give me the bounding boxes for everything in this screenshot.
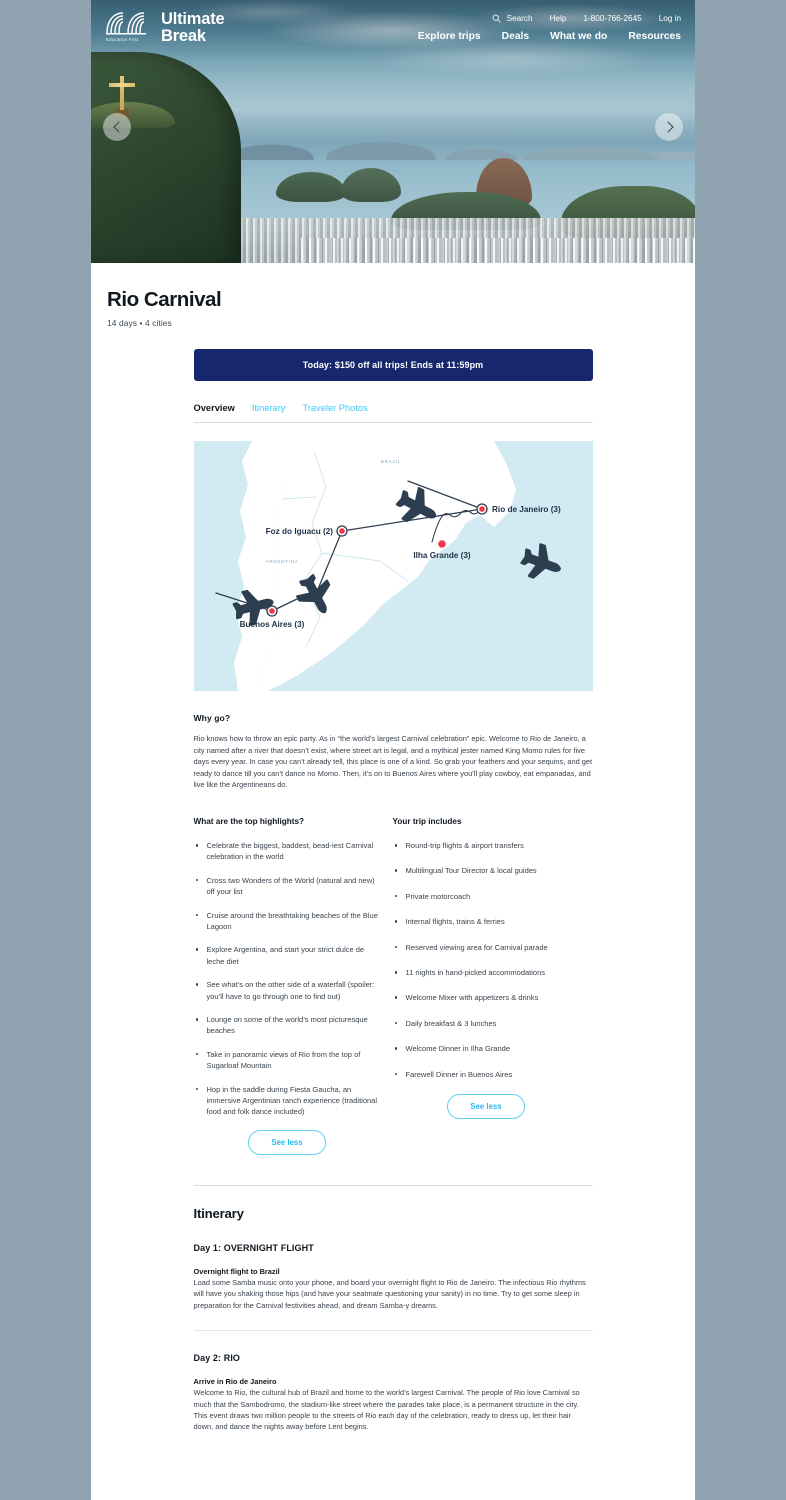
itinerary-day: Day 2: RIO Arrive in Rio de Janeiro Welc… bbox=[194, 1353, 593, 1433]
list-item: Private motorcoach bbox=[393, 891, 580, 902]
trip-city-count: 4 cities bbox=[144, 318, 172, 328]
list-item: Farewell Dinner in Buenos Aires bbox=[393, 1069, 580, 1080]
nav-phone-number[interactable]: 1-800-766-2645 bbox=[583, 14, 641, 23]
chevron-left-icon bbox=[112, 121, 125, 133]
nav-resources[interactable]: Resources bbox=[628, 31, 681, 42]
svg-text:ARGENTINA: ARGENTINA bbox=[265, 559, 298, 564]
list-item: Take in panoramic views of Rio from the … bbox=[194, 1049, 381, 1072]
chevron-right-icon bbox=[661, 121, 674, 133]
itinerary-section: Itinerary Day 1: OVERNIGHT FLIGHT Overni… bbox=[193, 1205, 593, 1433]
day-label: Day 2: RIO bbox=[193, 1353, 241, 1364]
site-header: Education First Ultimate Break Search He… bbox=[91, 0, 695, 56]
brand-wordmark: Ultimate Break bbox=[161, 10, 225, 44]
christ-redeemer-arms bbox=[109, 83, 135, 87]
carousel-prev-button[interactable] bbox=[103, 113, 131, 141]
hero-cityscape bbox=[301, 238, 695, 263]
nav-help[interactable]: Help bbox=[550, 14, 567, 23]
svg-text:BRAZIL: BRAZIL bbox=[380, 459, 400, 464]
map-label-rio: Rio de Janeiro (3) bbox=[492, 505, 561, 514]
day-divider bbox=[193, 1330, 593, 1332]
itinerary-day: Day 1: OVERNIGHT FLIGHT Overnight flight… bbox=[194, 1243, 593, 1311]
list-item: Cruise around the breathtaking beaches o… bbox=[194, 910, 381, 933]
map-label-buenos-aires: Buenos Aires (3) bbox=[239, 620, 304, 629]
highlights-see-less-button[interactable]: See less bbox=[248, 1129, 326, 1155]
itinerary-heading: Itinerary bbox=[193, 1205, 244, 1221]
hero-carousel[interactable]: Education First Ultimate Break Search He… bbox=[91, 0, 695, 263]
map-label-ilha-grande: Ilha Grande (3) bbox=[413, 551, 471, 560]
list-item: See what’s on the other side of a waterf… bbox=[194, 979, 381, 1002]
ef-logo-icon: Education First bbox=[104, 10, 154, 42]
trip-header: Rio Carnival 14 days • 4 cities bbox=[91, 263, 695, 328]
day-subtitle: Arrive in Rio de Janeiro bbox=[193, 1377, 277, 1387]
list-item: Multilingual Tour Director & local guide… bbox=[393, 865, 580, 876]
header-utility-nav: Search Help 1-800-766-2645 Log in bbox=[492, 14, 681, 23]
why-go-heading: Why go? bbox=[193, 713, 231, 723]
overview-columns: What are the top highlights? Celebrate t… bbox=[194, 817, 593, 1155]
includes-toggle-wrap: See less bbox=[393, 1094, 580, 1120]
list-item: 11 nights in hand-picked accommodations bbox=[393, 967, 580, 978]
includes-list: Round-trip flights & airport transfers M… bbox=[393, 840, 580, 1080]
hero-corcovado-mountain bbox=[91, 52, 241, 263]
trip-meta: 14 days • 4 cities bbox=[107, 318, 695, 328]
search-icon bbox=[492, 14, 501, 23]
tab-traveler-photos[interactable]: Traveler Photos bbox=[302, 403, 367, 413]
list-item: Lounge on some of the world’s most pictu… bbox=[194, 1014, 381, 1037]
ef-ultimate-break-logo[interactable]: Education First Ultimate Break bbox=[104, 10, 225, 44]
promo-banner[interactable]: Today: $150 off all trips! Ends at 11:59… bbox=[193, 349, 593, 381]
highlights-list: Celebrate the biggest, baddest, bead-ies… bbox=[194, 840, 381, 1118]
why-go-body: Rio knows how to throw an epic party. As… bbox=[193, 734, 593, 790]
list-item: Reserved viewing area for Carnival parad… bbox=[393, 942, 580, 953]
page-container: Education First Ultimate Break Search He… bbox=[91, 0, 695, 1500]
list-item: Welcome Mixer with appetizers & drinks bbox=[393, 992, 580, 1003]
list-item: Explore Argentina, and start your strict… bbox=[194, 944, 381, 967]
list-item: Celebrate the biggest, baddest, bead-ies… bbox=[194, 840, 381, 863]
list-item: Internal flights, trains & ferries bbox=[393, 916, 580, 927]
list-item: Hop in the saddle during Fiesta Gaucha, … bbox=[194, 1084, 381, 1118]
list-item: Round-trip flights & airport transfers bbox=[393, 840, 580, 851]
page-title: Rio Carnival bbox=[107, 288, 222, 311]
meta-separator: • bbox=[139, 318, 143, 328]
section-tabs: Overview Itinerary Traveler Photos bbox=[194, 403, 593, 413]
highlights-toggle-wrap: See less bbox=[194, 1129, 381, 1155]
tab-overview[interactable]: Overview bbox=[194, 403, 235, 413]
nav-explore-trips[interactable]: Explore trips bbox=[418, 31, 481, 42]
tabs-divider bbox=[193, 422, 593, 423]
map-label-foz: Foz do Iguacu (2) bbox=[265, 527, 333, 536]
brand-line-1: Ultimate bbox=[161, 10, 225, 28]
trip-route-map[interactable]: BRAZIL ARGENTINA Rio de Janeiro (3) Ilha… bbox=[193, 441, 593, 691]
nav-search[interactable]: Search bbox=[492, 14, 533, 23]
nav-deals[interactable]: Deals bbox=[502, 31, 529, 42]
itinerary-divider bbox=[193, 1184, 593, 1186]
highlights-heading: What are the top highlights? bbox=[193, 816, 305, 826]
tab-itinerary[interactable]: Itinerary bbox=[252, 403, 286, 413]
trip-duration: 14 days bbox=[107, 318, 138, 328]
day-subtitle: Overnight flight to Brazil bbox=[193, 1266, 280, 1276]
hero-distant-ridge bbox=[231, 128, 695, 164]
list-item: Daily breakfast & 3 lunches bbox=[393, 1018, 580, 1029]
list-item: Welcome Dinner in Ilha Grande bbox=[393, 1043, 580, 1054]
includes-heading: Your trip includes bbox=[392, 816, 462, 826]
nav-login[interactable]: Log in bbox=[659, 14, 681, 23]
ef-logo-tagline: Education First bbox=[106, 37, 139, 42]
includes-see-less-button[interactable]: See less bbox=[447, 1094, 525, 1120]
header-primary-nav: Explore trips Deals What we do Resources bbox=[418, 31, 681, 42]
includes-column: Your trip includes Round-trip flights & … bbox=[393, 817, 592, 1155]
day-body: Welcome to Rio, the cultural hub of Braz… bbox=[193, 1388, 580, 1432]
carousel-next-button[interactable] bbox=[655, 113, 683, 141]
list-item: Cross two Wonders of the World (natural … bbox=[194, 875, 381, 898]
overview-content: Why go? Rio knows how to throw an epic p… bbox=[194, 713, 593, 1155]
christ-redeemer-statue-icon bbox=[120, 76, 124, 110]
day-body: Load some Samba music onto your phone, a… bbox=[193, 1277, 586, 1310]
brand-line-2: Break bbox=[161, 26, 206, 45]
nav-what-we-do[interactable]: What we do bbox=[550, 31, 607, 42]
nav-search-label: Search bbox=[506, 14, 533, 23]
highlights-column: What are the top highlights? Celebrate t… bbox=[194, 817, 393, 1155]
day-label: Day 1: OVERNIGHT FLIGHT bbox=[193, 1242, 314, 1253]
